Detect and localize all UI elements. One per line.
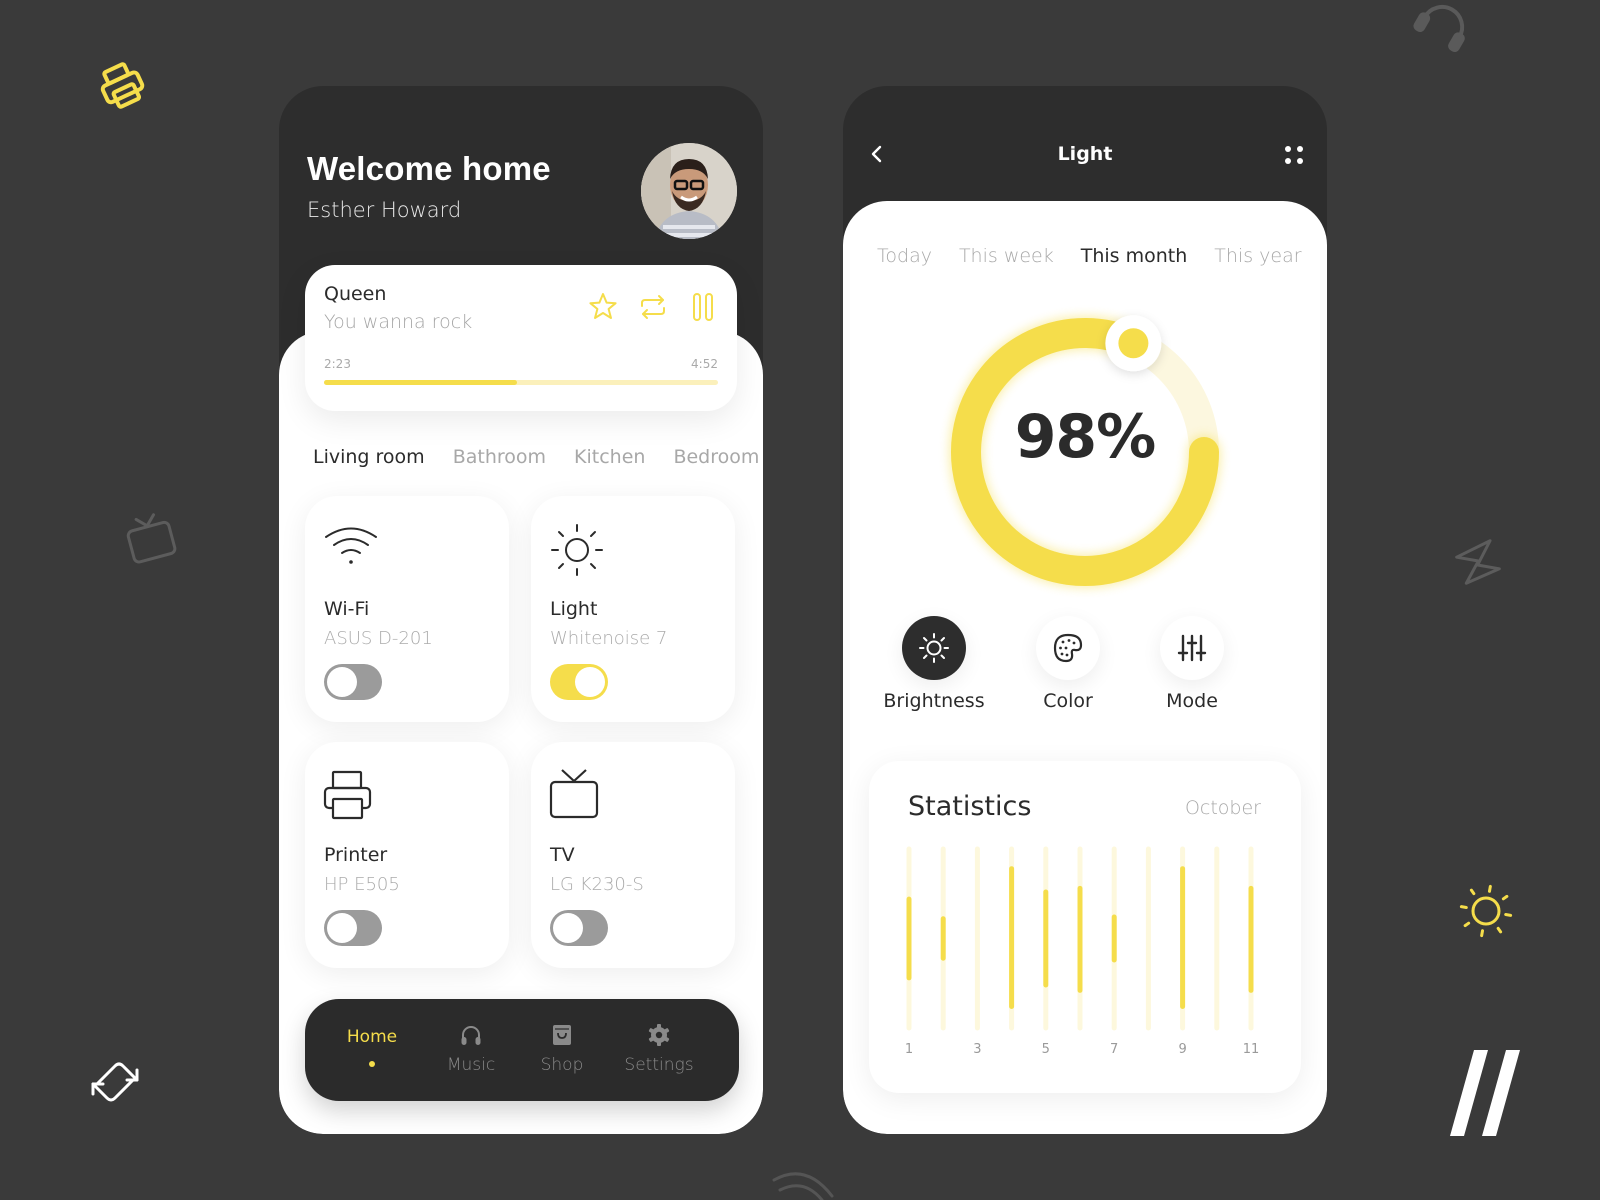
tab-this-week[interactable]: This week [959,245,1054,267]
sliders-icon [1177,634,1207,662]
x-tick-label: 1 [905,1042,913,1057]
device-card-printer[interactable]: Printer HP E505 [305,742,509,968]
tab-bedroom[interactable]: Bedroom [673,446,759,468]
tv-icon [126,513,177,564]
printer-icon [100,62,145,109]
statistics-card: Statistics October 1 3 5 7 9 11 [869,761,1301,1093]
tab-bathroom[interactable]: Bathroom [453,446,546,468]
sun-icon [919,633,949,663]
grid-menu-icon[interactable] [1283,144,1305,166]
device-name: Wi-Fi [324,598,370,620]
printer-icon [323,770,372,820]
avatar-portrait [641,143,737,239]
gear-icon [648,1024,670,1046]
device-name: Light [550,598,598,620]
nav-label: Home [346,1027,398,1047]
music-player-card: Queen You wanna rock 2:23 4:52 [305,265,737,411]
nav-shop[interactable]: Shop [512,999,612,1101]
x-tick-label: 11 [1243,1042,1260,1057]
device-card-tv[interactable]: TV LG K230-S [531,742,735,968]
headphones-icon [1413,5,1465,52]
x-tick-label: 3 [973,1042,981,1057]
toggle-knob [553,913,583,943]
room-tabs: Living room Bathroom Kitchen Bedroom [313,446,759,468]
mode-brightness-button[interactable]: Brightness [879,616,989,712]
device-model: ASUS D-201 [324,628,433,649]
headphones-icon [461,1026,481,1045]
nav-label: Shop [540,1055,584,1075]
player-song: You wanna rock [324,311,473,333]
toggle-knob [327,913,357,943]
shopping-bag-icon [553,1025,571,1045]
toggle-knob [575,667,605,697]
player-progress-bar[interactable] [324,380,718,385]
mode-mode-button[interactable]: Mode [1137,616,1247,712]
mode-label: Color [1043,690,1093,712]
sun-icon [1459,884,1513,938]
tab-living-room[interactable]: Living room [313,446,425,468]
period-tabs: Today This week This month This year [877,245,1302,267]
mode-color-button[interactable]: Color [1013,616,1123,712]
repeat-icon[interactable] [637,291,669,323]
active-indicator-dot [369,1061,375,1067]
star-icon[interactable] [587,291,619,323]
player-progress-fill [324,380,518,385]
wifi-icon [772,1172,834,1200]
wifi-icon [325,527,377,564]
mode-label: Brightness [883,690,985,712]
repeat-icon [91,1062,139,1102]
lightning-icon [1455,539,1501,585]
user-name: Esther Howard [307,198,462,222]
tab-this-year[interactable]: This year [1214,245,1301,267]
home-screen: Welcome home Esther Howard Queen You wan… [279,86,763,1134]
nav-label: Music [446,1055,496,1075]
device-card-light[interactable]: Light Whitenoise 7 [531,496,735,722]
nav-label: Settings [624,1055,694,1075]
brightness-value: 98% [1014,402,1157,472]
nav-settings[interactable]: Settings [609,999,709,1101]
device-name: Printer [324,844,388,866]
palette-icon [1053,633,1083,663]
device-name: TV [550,844,575,866]
player-artist: Queen [324,283,387,305]
device-toggle[interactable] [324,664,382,700]
dial-knob-handle[interactable] [1105,315,1162,372]
statistics-chart: 1 3 5 7 9 11 [905,846,1260,1057]
brand-slashes-logo [1450,1050,1520,1136]
nav-music[interactable]: Music [421,999,521,1101]
sun-icon [551,524,603,576]
device-model: HP E505 [324,874,400,895]
player-duration: 4:52 [691,357,718,371]
tab-this-month[interactable]: This month [1081,245,1188,267]
brightness-dial[interactable]: 98% [925,292,1245,612]
page-title: Light [1057,143,1113,165]
mode-label: Mode [1166,690,1218,712]
x-tick-label: 9 [1178,1042,1186,1057]
pause-icon[interactable] [687,291,719,323]
device-toggle[interactable] [324,910,382,946]
device-toggle[interactable] [550,910,608,946]
device-grid: Wi-Fi ASUS D-201 Light Whitenoise 7 Prin… [305,496,737,968]
player-elapsed-time: 2:23 [324,357,351,371]
bottom-nav: Home Music Shop Settings [305,999,739,1101]
device-model: LG K230-S [550,874,644,895]
nav-home[interactable]: Home [322,999,422,1101]
device-toggle[interactable] [550,664,608,700]
x-tick-label: 5 [1042,1042,1050,1057]
light-screen: Light Today This week This month This ye… [843,86,1327,1134]
device-model: Whitenoise 7 [550,628,668,649]
tv-icon [549,769,599,819]
tab-kitchen[interactable]: Kitchen [574,446,645,468]
greeting-title: Welcome home [307,150,551,187]
x-tick-label: 7 [1110,1042,1118,1057]
tab-today[interactable]: Today [877,245,932,267]
toggle-knob [327,667,357,697]
avatar[interactable] [641,143,737,239]
device-card-wifi[interactable]: Wi-Fi ASUS D-201 [305,496,509,722]
